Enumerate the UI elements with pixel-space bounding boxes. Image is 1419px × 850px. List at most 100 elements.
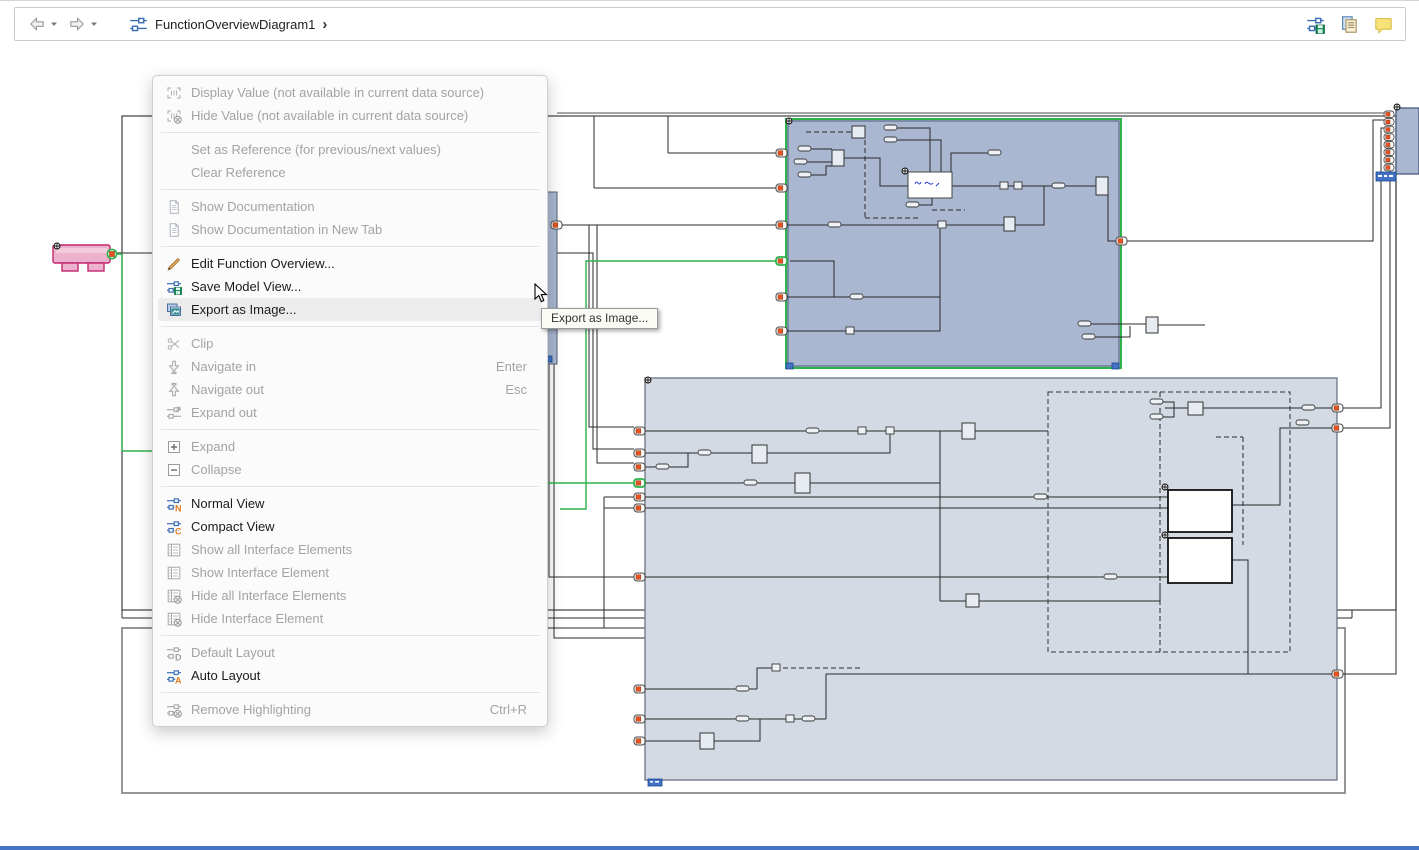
auto-layout-icon: A <box>166 668 182 684</box>
menu-item-label: Show Documentation in New Tab <box>191 222 527 237</box>
menu-item-expand: Expand <box>153 435 547 458</box>
menu-item-label: Navigate in <box>191 359 468 374</box>
menu-item-auto-layout[interactable]: A Auto Layout <box>153 664 547 687</box>
function-block-top-right[interactable] <box>776 118 1205 369</box>
menu-item-label: Export as Image... <box>191 302 527 317</box>
selection-handle <box>1112 363 1119 369</box>
menu-item-normal-view[interactable]: N Normal View <box>153 492 547 515</box>
hide-all-interface-icon <box>166 588 182 604</box>
menu-item-label: Show Documentation <box>191 199 527 214</box>
anchor-icon <box>645 377 651 383</box>
show-all-interface-icon <box>166 542 182 558</box>
forward-button[interactable] <box>67 14 87 34</box>
menu-item-remove-highlighting: Remove Highlighting Ctrl+R <box>153 698 547 721</box>
menu-item-label: Show Interface Element <box>191 565 527 580</box>
comment-icon[interactable] <box>1374 15 1393 34</box>
menu-item-edit-function-overview[interactable]: Edit Function Overview... <box>153 252 547 275</box>
menu-item-clip: Clip <box>153 332 547 355</box>
expand-out-icon <box>166 405 182 421</box>
menu-item-save-model-view[interactable]: Save Model View... <box>153 275 547 298</box>
menu-item-label: Collapse <box>191 462 527 477</box>
mouse-cursor-icon <box>534 283 548 304</box>
block-label-chip <box>648 779 662 786</box>
show-interface-icon <box>166 565 182 581</box>
save-model-view-icon[interactable] <box>1306 15 1325 34</box>
menu-item-label: Compact View <box>191 519 527 534</box>
edit-icon <box>166 256 182 272</box>
menu-item-export-as-image[interactable]: Export as Image... <box>158 298 542 321</box>
documents-icon[interactable] <box>1340 15 1359 34</box>
back-history-dropdown-icon[interactable] <box>49 14 59 34</box>
menu-item-label: Default Layout <box>191 645 527 660</box>
page-title[interactable]: FunctionOverviewDiagram1 <box>155 17 315 32</box>
menu-item-label: Navigate out <box>191 382 477 397</box>
block-label-chip <box>1376 172 1396 181</box>
remove-highlighting-icon <box>166 702 182 718</box>
anchor-icon <box>786 118 792 124</box>
function-block-lower[interactable] <box>634 377 1343 786</box>
menu-item-show-all-interface-elements: Show all Interface Elements <box>153 538 547 561</box>
menu-item-hide-value-not-available-in-current-data-s: Hide Value (not available in current dat… <box>153 104 547 127</box>
back-button[interactable] <box>27 14 47 34</box>
menu-item-default-layout: D Default Layout <box>153 641 547 664</box>
default-layout-icon: D <box>166 645 182 661</box>
menu-item-label: Clip <box>191 336 527 351</box>
document-icon <box>166 199 182 215</box>
menu-item-label: Hide Interface Element <box>191 611 527 626</box>
port[interactable] <box>551 221 562 229</box>
pink-function-block[interactable] <box>53 243 117 271</box>
breadcrumb-chevron-icon[interactable]: › <box>322 17 327 32</box>
header-actions <box>1306 15 1393 34</box>
forward-history-dropdown-icon[interactable] <box>89 14 99 34</box>
menu-item-shortcut: Esc <box>505 382 527 397</box>
compact-view-icon: C <box>166 519 182 535</box>
menu-item-clear-reference: Clear Reference <box>153 161 547 184</box>
svg-text:D: D <box>175 652 182 661</box>
menu-separator <box>161 486 539 487</box>
menu-item-label: Save Model View... <box>191 279 527 294</box>
header: FunctionOverviewDiagram1 › <box>0 0 1419 42</box>
pink-block-output-port[interactable] <box>107 249 116 258</box>
svg-text:N: N <box>175 503 182 512</box>
menu-item-label: Hide all Interface Elements <box>191 588 527 603</box>
save-model-view-icon <box>166 279 182 295</box>
window-bottom-edge <box>0 846 1419 850</box>
menu-item-hide-all-interface-elements: Hide all Interface Elements <box>153 584 547 607</box>
menu-item-label: Clear Reference <box>191 165 527 180</box>
menu-item-label: Auto Layout <box>191 668 527 683</box>
svg-text:A: A <box>175 675 182 684</box>
hide-value-icon <box>166 108 182 124</box>
menu-item-show-interface-element: Show Interface Element <box>153 561 547 584</box>
breadcrumb: FunctionOverviewDiagram1 › <box>129 15 327 34</box>
menu-item-shortcut: Ctrl+R <box>490 702 527 717</box>
menu-item-label: Expand out <box>191 405 527 420</box>
selection-handle <box>786 363 793 369</box>
navigate-out-icon <box>166 382 182 398</box>
model-view-icon <box>129 15 148 34</box>
hide-interface-icon <box>166 611 182 627</box>
menu-item-navigate-in: Navigate inEnter <box>153 355 547 378</box>
menu-item-label: Show all Interface Elements <box>191 542 527 557</box>
menu-item-label: Hide Value (not available in current dat… <box>191 108 527 123</box>
navigate-in-icon <box>166 359 182 375</box>
menu-separator <box>161 246 539 247</box>
menu-item-set-as-reference-for-previous-next-values: Set as Reference (for previous/next valu… <box>153 138 547 161</box>
menu-separator <box>161 429 539 430</box>
export-image-icon <box>166 302 182 318</box>
menu-item-label: Expand <box>191 439 527 454</box>
collapse-icon <box>166 462 182 478</box>
menu-item-compact-view[interactable]: C Compact View <box>153 515 547 538</box>
menu-item-label: Edit Function Overview... <box>191 256 527 271</box>
menu-item-label: Normal View <box>191 496 527 511</box>
clip-icon <box>166 336 182 352</box>
anchor-icon <box>54 243 60 249</box>
block-ports[interactable] <box>1384 111 1394 171</box>
menu-separator <box>161 132 539 133</box>
svg-text:C: C <box>175 526 182 535</box>
expand-icon <box>166 439 182 455</box>
menu-separator <box>161 692 539 693</box>
tooltip: Export as Image... <box>541 308 658 329</box>
menu-item-label: Remove Highlighting <box>191 702 462 717</box>
menu-separator <box>161 189 539 190</box>
document-icon <box>166 222 182 238</box>
